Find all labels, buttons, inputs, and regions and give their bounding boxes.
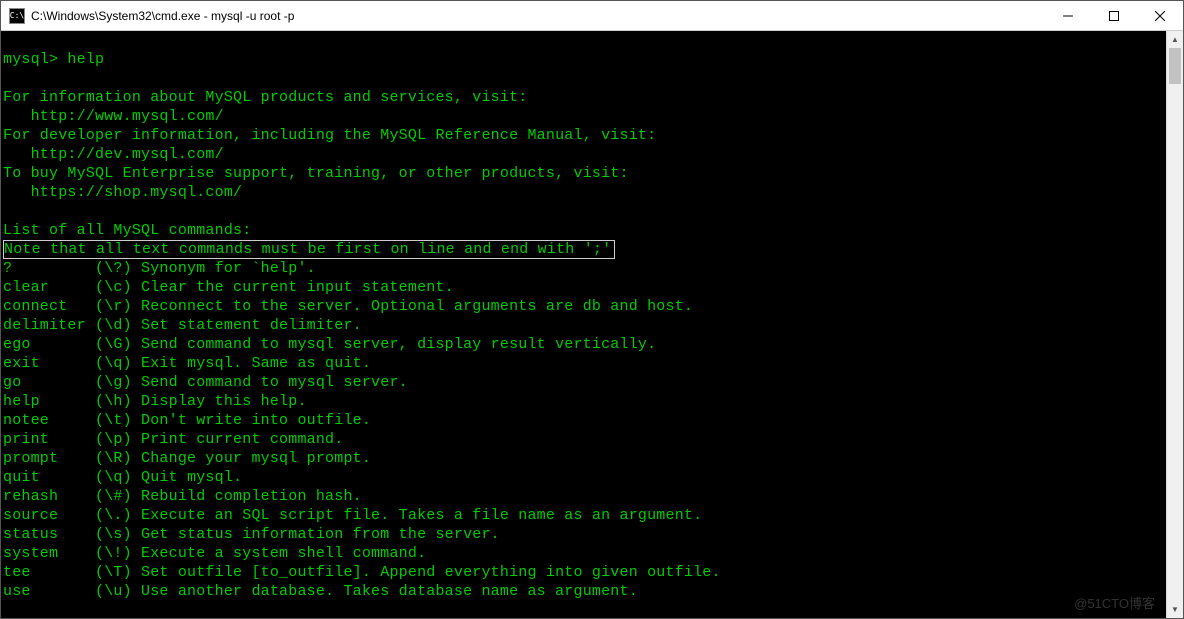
titlebar[interactable]: C:\ C:\Windows\System32\cmd.exe - mysql … [1,1,1183,31]
info-url: https://shop.mysql.com/ [3,184,242,201]
scroll-up-arrow-icon[interactable]: ▲ [1167,31,1183,48]
commands-header: List of all MySQL commands: [3,222,251,239]
minimize-button[interactable] [1045,1,1091,30]
info-url: http://dev.mysql.com/ [3,146,224,163]
maximize-button[interactable] [1091,1,1137,30]
vertical-scrollbar[interactable]: ▲ ▼ [1166,31,1183,618]
command-row: clear (\c) Clear the current input state… [3,279,454,296]
command-row: use (\u) Use another database. Takes dat… [3,583,638,600]
scroll-down-arrow-icon[interactable]: ▼ [1167,601,1183,618]
client-area: mysql> help For information about MySQL … [1,31,1183,618]
command-row: ? (\?) Synonym for `help'. [3,260,316,277]
command-row: print (\p) Print current command. [3,431,343,448]
command-row: go (\g) Send command to mysql server. [3,374,408,391]
command-row: system (\!) Execute a system shell comma… [3,545,426,562]
window-controls [1045,1,1183,30]
info-line: For developer information, including the… [3,127,656,144]
command-row: ego (\G) Send command to mysql server, d… [3,336,656,353]
scroll-thumb[interactable] [1169,48,1181,84]
app-icon: C:\ [9,8,25,24]
command-row: help (\h) Display this help. [3,393,307,410]
info-line: To buy MySQL Enterprise support, trainin… [3,165,629,182]
info-url: http://www.mysql.com/ [3,108,224,125]
close-icon [1155,11,1165,21]
window-title: C:\Windows\System32\cmd.exe - mysql -u r… [31,9,1045,23]
info-line: For information about MySQL products and… [3,89,527,106]
command-row: quit (\q) Quit mysql. [3,469,242,486]
prompt-line: mysql> help [3,51,104,68]
command-row: source (\.) Execute an SQL script file. … [3,507,702,524]
command-row: status (\s) Get status information from … [3,526,500,543]
command-row: prompt (\R) Change your mysql prompt. [3,450,371,467]
command-row: connect (\r) Reconnect to the server. Op… [3,298,693,315]
command-row: rehash (\#) Rebuild completion hash. [3,488,362,505]
command-row: notee (\t) Don't write into outfile. [3,412,371,429]
close-button[interactable] [1137,1,1183,30]
maximize-icon [1109,11,1119,21]
terminal-output[interactable]: mysql> help For information about MySQL … [1,31,1166,618]
minimize-icon [1063,11,1073,21]
cmd-window: C:\ C:\Windows\System32\cmd.exe - mysql … [0,0,1184,619]
command-row: tee (\T) Set outfile [to_outfile]. Appen… [3,564,721,581]
note-line-boxed: Note that all text commands must be firs… [3,240,615,259]
command-row: exit (\q) Exit mysql. Same as quit. [3,355,371,372]
command-row: delimiter (\d) Set statement delimiter. [3,317,362,334]
